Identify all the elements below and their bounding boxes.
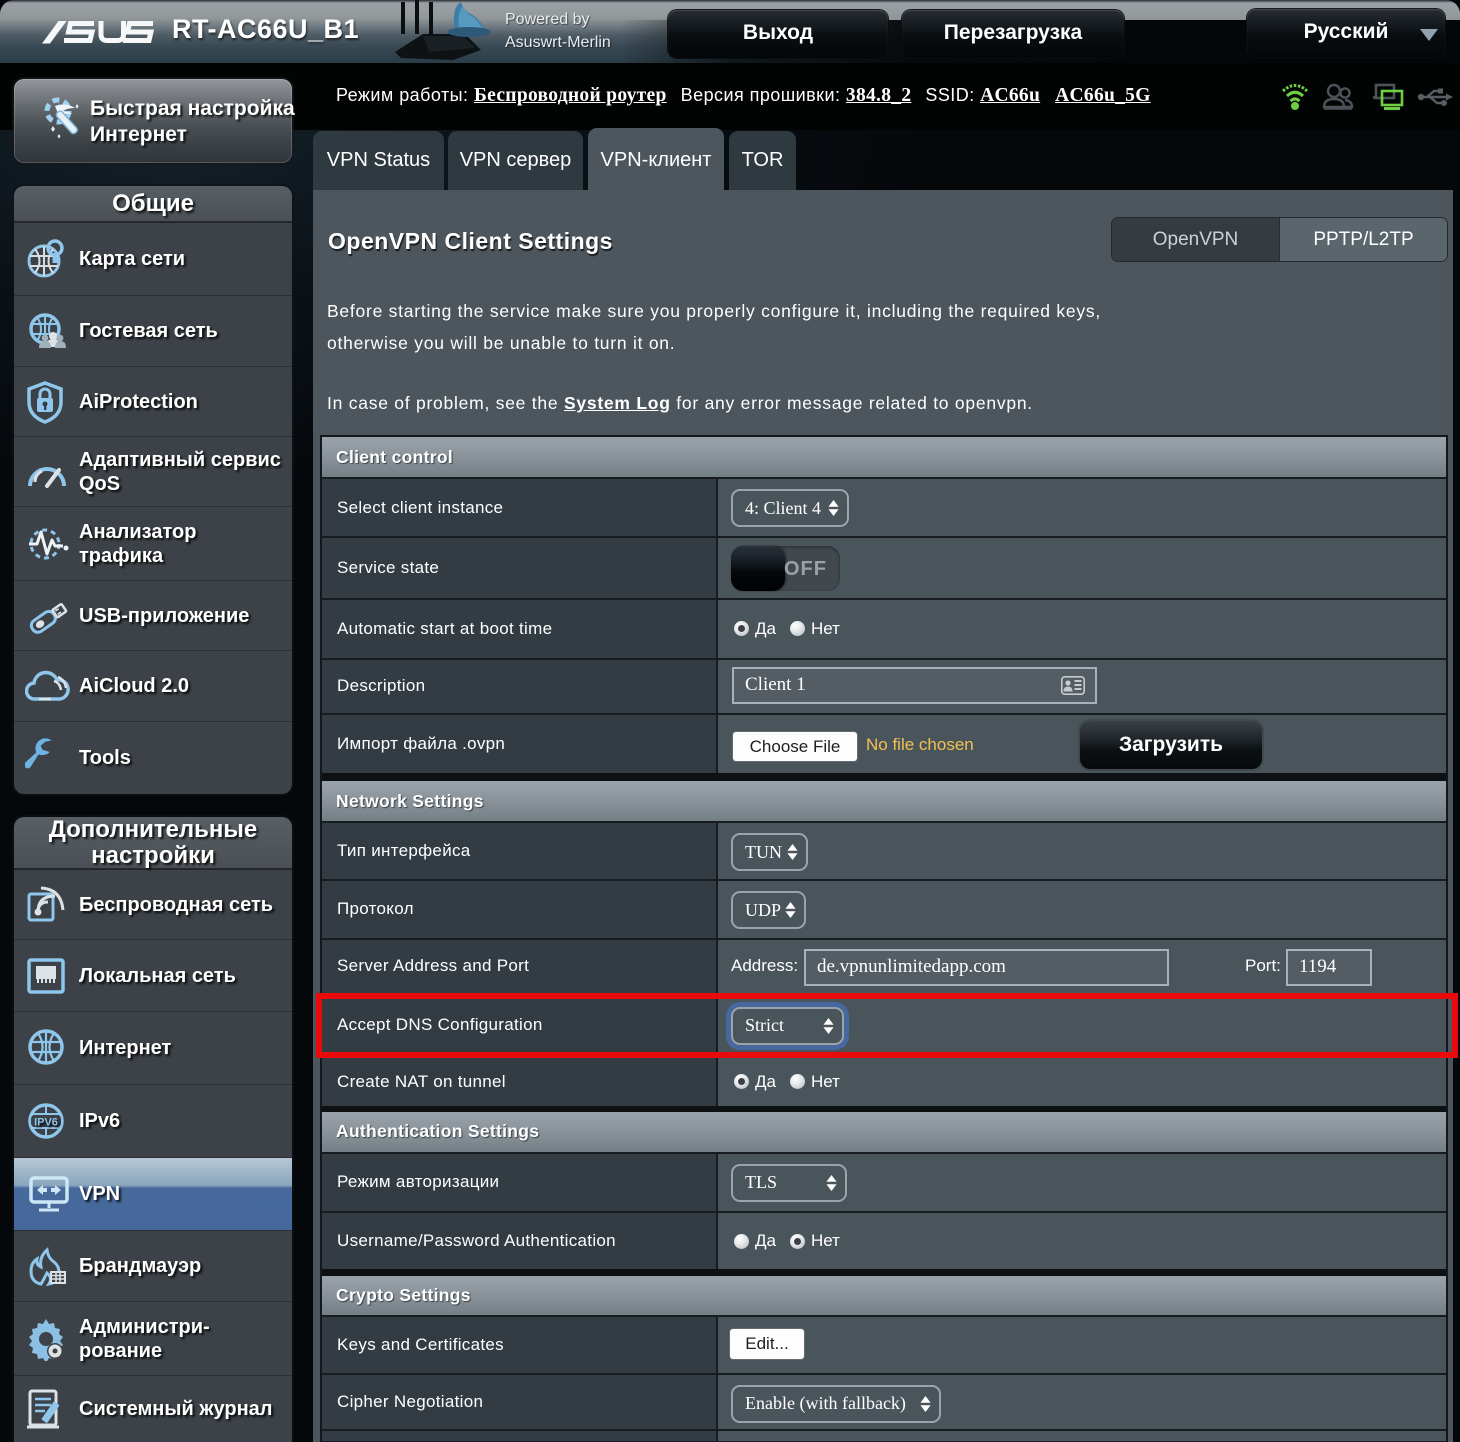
svg-text:IPV6: IPV6 — [34, 1117, 58, 1129]
